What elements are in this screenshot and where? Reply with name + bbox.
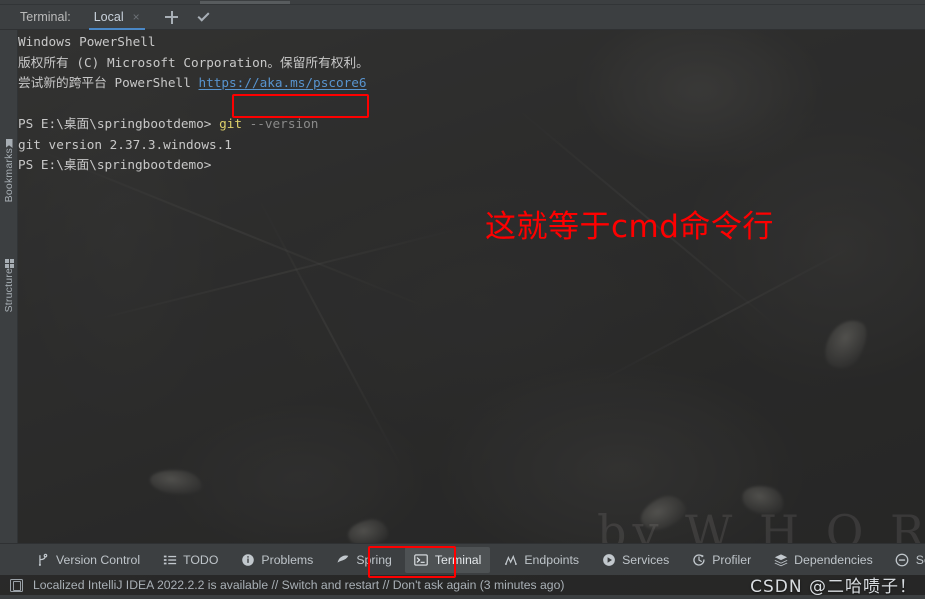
- annotation-text: 这就等于cmd命令行: [485, 209, 774, 245]
- sidebar-item-label: Structure: [3, 268, 15, 313]
- tool-window-label: SonarLint: [915, 552, 925, 567]
- terminal-text: git: [219, 116, 242, 131]
- tool-window-bar: Version Control TODO Problems Spring Termina…: [0, 543, 925, 575]
- terminal-tab-bar: Terminal: Local ×: [0, 5, 925, 30]
- terminal-line: git version 2.37.3.windows.1: [18, 135, 925, 156]
- left-tool-sidebar: Bookmarks Structure: [0, 30, 18, 543]
- terminal-text: git version 2.37.3.windows.1: [18, 136, 232, 152]
- list-icon: [162, 552, 177, 567]
- sidebar-item-bookmarks[interactable]: Bookmarks: [0, 135, 18, 202]
- terminal-icon: [414, 552, 429, 567]
- git-branch-icon: [35, 552, 50, 567]
- window-icon: [10, 578, 23, 592]
- profiler-icon: [691, 552, 706, 567]
- close-icon[interactable]: ×: [133, 11, 140, 23]
- tool-window-button-spring[interactable]: Spring: [326, 547, 401, 573]
- terminal-panel-label: Terminal:: [20, 10, 71, 24]
- terminal-text: 尝试新的跨平台 PowerShell: [18, 75, 199, 90]
- tool-window-button-services[interactable]: Services: [592, 547, 678, 573]
- terminal-line: Windows PowerShell: [18, 32, 925, 53]
- sonarlint-icon: [895, 552, 910, 567]
- plus-icon[interactable]: [161, 6, 183, 28]
- terminal-output[interactable]: Windows PowerShell 版权所有 (C) Microsoft Cor…: [18, 32, 925, 542]
- sidebar-item-structure[interactable]: Structure: [0, 255, 18, 312]
- terminal-line: PS E:\桌面\springbootdemo> git --version: [18, 114, 925, 135]
- tool-window-button-terminal[interactable]: Terminal: [404, 546, 491, 573]
- layers-icon: [773, 552, 788, 567]
- terminal-text: PS E:\桌面\springbootdemo>: [18, 157, 212, 172]
- terminal-link[interactable]: https://aka.ms/pscore6: [198, 75, 366, 90]
- spring-leaf-icon: [335, 552, 350, 567]
- tool-window-label: Version Control: [56, 552, 141, 567]
- terminal-tab-label: Local: [93, 10, 124, 24]
- terminal-text: --version: [241, 116, 319, 131]
- terminal-text: 版权所有 (C) Microsoft Corporation。保留所有权利。: [18, 54, 369, 70]
- tool-window-label: Dependencies: [794, 552, 873, 567]
- endpoints-icon: [503, 552, 518, 567]
- tool-window-label: Profiler: [712, 552, 752, 567]
- play-circle-icon: [601, 552, 616, 567]
- terminal-line: 版权所有 (C) Microsoft Corporation。保留所有权利。: [18, 53, 925, 74]
- intellij-idea-window: by W H O R Terminal: Local × Windows Pow…: [0, 0, 925, 599]
- chevron-down-icon[interactable]: [193, 6, 215, 28]
- tool-window-label: Spring: [356, 552, 392, 567]
- tool-window-button-sonarlint[interactable]: SonarLint: [886, 547, 925, 573]
- terminal-tab-local[interactable]: Local ×: [88, 5, 145, 30]
- tool-window-label: Services: [622, 552, 670, 567]
- tool-window-label: TODO: [183, 552, 219, 567]
- tool-window-button-problems[interactable]: Problems: [231, 547, 322, 573]
- csdn-watermark: CSDN @二哈啧子！: [750, 577, 917, 597]
- terminal-text: PS E:\桌面\springbootdemo>: [18, 116, 220, 131]
- tool-window-button-dependencies[interactable]: Dependencies: [764, 547, 882, 573]
- tool-window-label: Terminal: [434, 552, 482, 567]
- tool-window-label: Problems: [261, 552, 314, 567]
- info-circle-icon: [240, 552, 255, 567]
- bookmark-icon: [5, 139, 13, 148]
- tool-window-button-version-control[interactable]: Version Control: [26, 547, 149, 573]
- terminal-line: PS E:\桌面\springbootdemo>: [18, 155, 925, 176]
- tool-window-button-endpoints[interactable]: Endpoints: [494, 547, 588, 573]
- tool-window-button-todo[interactable]: TODO: [153, 547, 227, 573]
- tool-window-label: Endpoints: [524, 552, 580, 567]
- active-tab-underline: [88, 27, 145, 30]
- terminal-text: Windows PowerShell: [18, 34, 156, 49]
- tool-window-button-profiler[interactable]: Profiler: [682, 547, 760, 573]
- sidebar-item-label: Bookmarks: [3, 148, 15, 203]
- structure-icon: [4, 259, 14, 268]
- status-message[interactable]: Localized IntelliJ IDEA 2022.2.2 is avai…: [33, 578, 564, 592]
- terminal-line: 尝试新的跨平台 PowerShell https://aka.ms/pscore…: [18, 73, 925, 94]
- top-strip-ghost: [200, 1, 290, 4]
